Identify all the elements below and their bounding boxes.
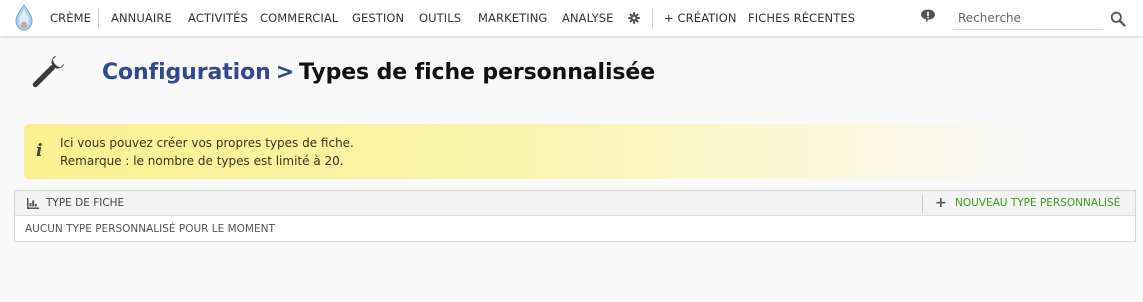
page-heading: Types de fiche personnalisée [299,60,656,85]
column-header-type[interactable]: Type de fiche [46,197,124,209]
info-text-line-1: Ici vous pouvez créer vos propres types … [60,136,354,150]
app-logo-icon[interactable] [13,4,35,32]
empty-table-message: Aucun type personnalisé pour le moment [25,223,275,235]
menu-item-marketing[interactable]: Marketing [478,0,547,36]
info-banner: i Ici vous pouvez créer vos propres type… [24,124,1024,179]
menu-item-analyse[interactable]: Analyse [562,0,614,36]
gear-icon[interactable] [628,12,640,24]
menu-item-recent-entities[interactable]: Fiches récentes [748,0,855,36]
page-title: Configuration > Types de fiche personnalis… [102,60,655,85]
menu-item-creme[interactable]: Crème [50,0,91,36]
menu-item-creation[interactable]: + Création [664,0,737,36]
table-header: Type de fiche + Nouveau type personnalis… [15,191,1135,216]
add-custom-type-label: Nouveau type personnalisé [955,197,1121,209]
info-text-line-2: Remarque : le nombre de types est limité… [60,154,344,168]
menu-separator [652,8,653,29]
search-input[interactable] [953,7,1103,30]
wrench-icon [32,55,65,88]
menu-item-annuaire[interactable]: Annuaire [111,0,172,36]
breadcrumb-separator: > [275,60,295,85]
info-icon: i [36,141,43,161]
search-icon[interactable] [1110,11,1126,27]
custom-types-table: Type de fiche + Nouveau type personnalis… [14,190,1136,242]
header-divider [922,195,923,213]
top-menu-bar: Crème Annuaire Activités Commercial Gest… [0,0,1143,36]
breadcrumb-configuration[interactable]: Configuration [102,60,271,85]
menu-separator [98,8,99,29]
table-icon [27,198,39,209]
chat-bubble-icon[interactable] [920,8,936,24]
menu-item-activites[interactable]: Activités [188,0,248,36]
plus-icon: + [935,195,947,211]
menu-item-outils[interactable]: Outils [419,0,461,36]
menu-item-commercial[interactable]: Commercial [260,0,338,36]
menu-item-gestion[interactable]: Gestion [352,0,404,36]
